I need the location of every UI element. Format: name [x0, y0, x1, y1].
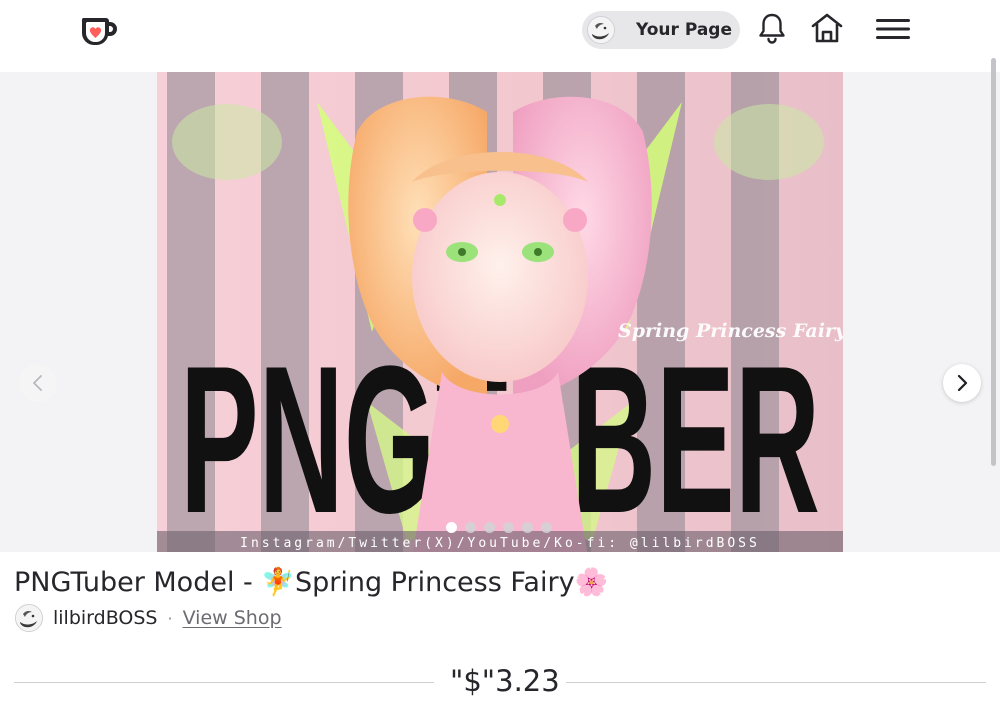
chevron-left-icon [33, 375, 42, 391]
seller-name[interactable]: lilbirdBOSS [53, 607, 158, 629]
home-icon[interactable] [810, 12, 844, 44]
pagination-dot[interactable] [522, 522, 533, 533]
next-image-button[interactable] [943, 364, 981, 402]
image-caption: Instagram/Twitter(X)/YouTube/Ko-fi: @lil… [240, 536, 760, 551]
pagination-dot[interactable] [541, 522, 552, 533]
product-image[interactable]: PNGTuBER Spring Princess Fairy Instagram… [157, 72, 843, 552]
gallery-pagination-dots [446, 522, 552, 533]
pagination-dot[interactable] [503, 522, 514, 533]
previous-image-button[interactable] [19, 364, 57, 402]
separator-dot: · [167, 608, 173, 628]
your-page-button[interactable]: Your Page [582, 11, 740, 49]
user-avatar [587, 16, 615, 44]
your-page-label: Your Page [636, 20, 733, 40]
divider-line [566, 682, 986, 683]
pagination-dot[interactable] [484, 522, 495, 533]
product-title: PNGTuber Model - 🧚Spring Princess Fairy🌸 [14, 567, 609, 598]
pagination-dot[interactable] [465, 522, 476, 533]
price-row: "$"3.23 [14, 662, 986, 702]
product-price: "$"3.23 [450, 664, 560, 698]
seller-avatar[interactable] [15, 604, 43, 632]
page-scrollbar[interactable] [991, 58, 996, 466]
product-image-gallery: PNGTuBER Spring Princess Fairy Instagram… [0, 72, 1000, 552]
view-shop-link[interactable]: View Shop [183, 607, 282, 629]
pagination-dot[interactable] [446, 522, 457, 533]
notifications-bell-icon[interactable] [757, 12, 787, 44]
kofi-logo-icon[interactable] [78, 12, 118, 48]
hamburger-menu-icon[interactable] [875, 18, 911, 40]
divider-line [14, 682, 434, 683]
chevron-right-icon [957, 374, 968, 392]
image-script-text: Spring Princess Fairy [618, 320, 843, 342]
seller-row: lilbirdBOSS · View Shop [15, 604, 282, 632]
top-navbar: Your Page [0, 0, 1000, 72]
